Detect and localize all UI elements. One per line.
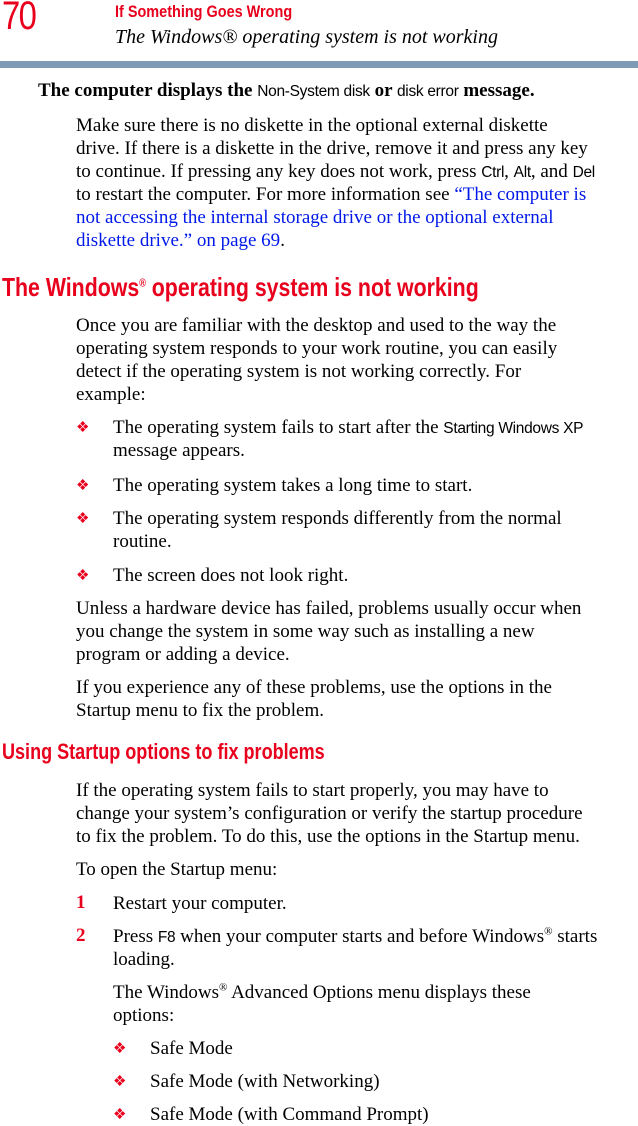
text-line: program or adding a device. (76, 644, 290, 665)
text-line: The Windows® Advanced Options menu displ… (113, 981, 531, 1003)
bullet-icon: ❖ (76, 568, 90, 584)
cross-reference-link[interactable]: not accessing the internal storage drive… (76, 206, 553, 229)
section-title: The Windows® operating system is not wor… (115, 26, 498, 48)
text-line: to fix the problem. To do this, use the … (76, 826, 580, 847)
option-item: Safe Mode (150, 1038, 233, 1059)
option-item: Safe Mode (with Command Prompt) (150, 1104, 429, 1125)
text-line: Make sure there is no diskette in the op… (76, 115, 548, 136)
text-line: Startup menu to fix the problem. (76, 700, 325, 721)
text-line: to restart the computer. For more inform… (76, 184, 587, 205)
page-number: 70 (2, 0, 37, 38)
text-line: drive. If there is a diskette in the dri… (76, 138, 588, 159)
subsection-heading: Using Startup options to fix problems (2, 739, 325, 764)
section-heading: The Windows® operating system is not wor… (2, 272, 479, 302)
text-line: diskette drive.” on page 69. (76, 230, 285, 251)
text-line: options: (113, 1005, 175, 1026)
bullet-icon: ❖ (76, 511, 90, 527)
text-line: Once you are familiar with the desktop a… (76, 315, 557, 336)
bullet-icon: ❖ (113, 1074, 127, 1090)
text-line: To open the Startup menu: (76, 859, 278, 880)
text-line: Unless a hardware device has failed, pro… (76, 598, 582, 619)
chapter-title: If Something Goes Wrong (115, 2, 293, 21)
text-line: to continue. If pressing any key does no… (76, 161, 595, 182)
bullet-icon: ❖ (76, 420, 90, 436)
cross-reference-link[interactable]: diskette drive.” on page 69 (76, 230, 280, 251)
bullet-icon: ❖ (113, 1107, 127, 1123)
header-rule (0, 61, 638, 68)
list-item: The operating system takes a long time t… (113, 475, 473, 496)
list-item: message appears. (113, 440, 245, 461)
text-line: change your system’s configuration or ve… (76, 803, 583, 824)
step-text: Press F8 when your computer starts and b… (113, 925, 598, 947)
list-item: routine. (113, 531, 172, 552)
text-line: example: (76, 384, 146, 405)
lead-heading: The computer displays the Non-System dis… (38, 80, 535, 101)
text-line: operating system responds to your work r… (76, 338, 558, 359)
step-text: loading. (113, 949, 175, 970)
cross-reference-link[interactable]: “The computer is (454, 184, 586, 205)
step-text: Restart your computer. (113, 893, 287, 914)
list-item: The screen does not look right. (113, 565, 349, 586)
text-line: If you experience any of these problems,… (76, 677, 552, 698)
text-line: detect if the operating system is not wo… (76, 361, 522, 382)
option-item: Safe Mode (with Networking) (150, 1071, 380, 1092)
list-item: The operating system responds differentl… (113, 508, 562, 529)
step-number: 2 (76, 925, 86, 946)
list-item: The operating system fails to start afte… (113, 417, 584, 438)
bullet-icon: ❖ (76, 478, 90, 494)
text-line: you change the system in some way such a… (76, 621, 535, 642)
step-number: 1 (76, 892, 86, 913)
text-line: If the operating system fails to start p… (76, 780, 549, 801)
bullet-icon: ❖ (113, 1041, 127, 1057)
